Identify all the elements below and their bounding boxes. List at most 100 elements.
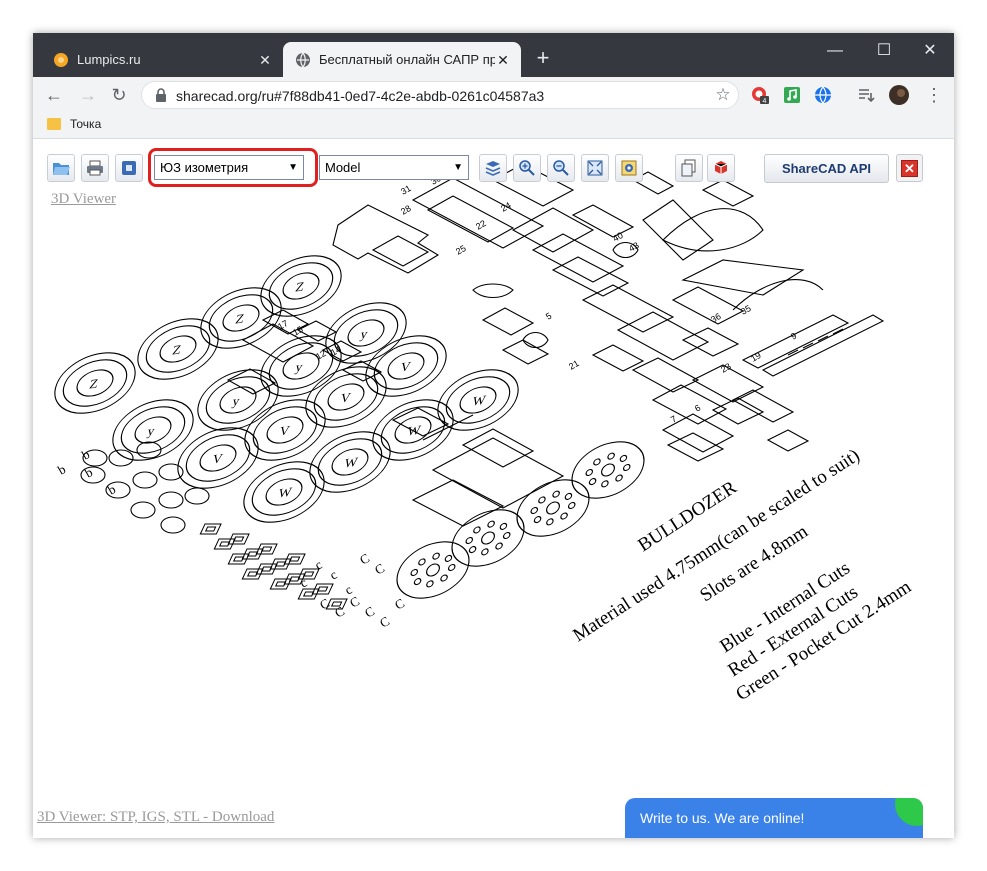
- sharecad-api-button[interactable]: ShareCAD API: [764, 154, 889, 183]
- part-letter: b: [55, 461, 68, 477]
- wheel-part: y: [260, 335, 342, 397]
- wheel-letter: W: [471, 392, 487, 408]
- part-letter: C: [332, 603, 347, 620]
- layers-icon: [485, 161, 501, 176]
- view-select-highlight: [148, 148, 318, 187]
- wheel-part: y: [112, 399, 194, 461]
- close-viewer-button[interactable]: ✕: [896, 154, 923, 182]
- ring-part: [158, 491, 184, 509]
- part-number: 35: [739, 303, 753, 317]
- sprocket-part: [571, 441, 645, 499]
- wheel-letter: W: [343, 454, 359, 470]
- new-tab-button[interactable]: +: [532, 47, 554, 69]
- wheel-letter: V: [211, 451, 224, 467]
- ring-part: [160, 516, 186, 534]
- gear-icon: [621, 160, 637, 176]
- ring-part: [132, 471, 158, 489]
- avatar[interactable]: [889, 85, 909, 105]
- part-number: 24: [499, 200, 513, 214]
- globe-icon: [296, 52, 310, 67]
- tab-title: Lumpics.ru: [77, 52, 141, 67]
- zoom-out-button[interactable]: [547, 154, 575, 182]
- cad-drawing-canvas[interactable]: ZZZZyyyyVVVVWWWW bbbbccc cCCC CCCCC 3128…: [33, 140, 954, 838]
- layers-button[interactable]: [479, 154, 507, 182]
- music-extension-icon[interactable]: [782, 85, 802, 105]
- ring-part: [158, 463, 184, 481]
- wheel-part: V: [177, 427, 259, 489]
- copy-icon: [681, 159, 696, 177]
- wheel-letter: Z: [88, 376, 99, 391]
- fit-to-screen-button[interactable]: [581, 154, 609, 182]
- maximize-button[interactable]: ☐: [861, 37, 907, 65]
- close-tab-icon[interactable]: ✕: [257, 52, 273, 68]
- wheel-letter: Z: [234, 311, 245, 326]
- part-number: 9: [789, 331, 798, 342]
- part-letter: C: [317, 595, 332, 612]
- layout-select[interactable]: Model ▼: [319, 155, 469, 180]
- part-letter: C: [377, 613, 392, 630]
- close-tab-icon[interactable]: ✕: [495, 52, 511, 68]
- wheel-part: Z: [54, 352, 136, 414]
- printer-icon: [87, 160, 103, 176]
- ring-part: [136, 441, 162, 459]
- tab-lumpics[interactable]: Lumpics.ru ✕: [41, 42, 283, 77]
- 3d-viewer-download-link[interactable]: 3D Viewer: STP, IGS, STL - Download: [37, 809, 274, 826]
- wheel-part: Z: [137, 318, 219, 380]
- part-number: 31: [399, 183, 413, 197]
- forward-button[interactable]: →: [76, 83, 100, 107]
- part-letter: C: [362, 603, 377, 620]
- chat-widget[interactable]: Write to us. We are online!: [625, 798, 923, 838]
- ring-part: [130, 501, 156, 519]
- part-letter: C: [372, 560, 387, 577]
- fullscreen-icon: [587, 160, 603, 176]
- minimize-button[interactable]: —: [812, 37, 858, 65]
- part-number: 43: [627, 240, 641, 254]
- bookmark-star-icon[interactable]: ☆: [712, 84, 734, 106]
- vpn-extension-icon[interactable]: [813, 85, 833, 105]
- zoom-in-button[interactable]: [513, 154, 541, 182]
- wheel-letter: y: [359, 326, 369, 341]
- layout-select-value: Model: [325, 160, 361, 175]
- reading-list-icon[interactable]: [856, 85, 876, 105]
- reload-button[interactable]: ↻: [107, 83, 131, 107]
- close-window-button[interactable]: ✕: [907, 37, 953, 65]
- wheel-letter: V: [339, 390, 352, 406]
- sprocket-part: [396, 541, 470, 599]
- part-letter: b: [105, 481, 118, 497]
- part-letter: C: [357, 550, 372, 567]
- wheel-letter: W: [406, 422, 422, 438]
- sharecad-viewer[interactable]: ZZZZyyyyVVVVWWWW bbbbccccCCCCCCCC 31 28 …: [33, 140, 954, 838]
- address-bar[interactable]: sharecad.org/ru#7f88db41-0ed7-4c2e-abdb-…: [141, 81, 739, 109]
- wheel-letter: V: [399, 359, 412, 375]
- open-file-button[interactable]: [47, 154, 75, 182]
- wheel-letter: y: [231, 393, 241, 408]
- opera-extension-icon[interactable]: 4: [750, 85, 770, 105]
- wheel-letter: Z: [294, 279, 305, 294]
- square-icon: [122, 161, 136, 175]
- copy-button[interactable]: [675, 154, 703, 182]
- part-letter: b: [79, 446, 92, 462]
- 3d-viewer-link[interactable]: 3D Viewer: [51, 191, 116, 208]
- part-number: 21: [567, 358, 581, 372]
- bookmark-tochka[interactable]: Точка: [47, 117, 101, 131]
- print-button[interactable]: [81, 154, 109, 182]
- lock-icon: [156, 88, 166, 102]
- menu-kebab-icon[interactable]: ⋮: [922, 83, 946, 107]
- extension-badge: 4: [763, 98, 767, 105]
- 3d-mode-button[interactable]: [707, 154, 735, 182]
- back-button[interactable]: ←: [42, 83, 66, 107]
- tab-sharecad[interactable]: Бесплатный онлайн САПР прос ✕: [283, 42, 521, 77]
- layers-toggle-button[interactable]: [115, 154, 143, 182]
- part-letter: c: [312, 557, 325, 573]
- wheel-part: Z: [260, 255, 342, 317]
- wheel-part: V: [305, 366, 387, 428]
- drawing-notes: BULLDOZER Material used 4.75mm(can be sc…: [569, 445, 915, 705]
- wheel-letter: V: [278, 423, 291, 439]
- part-number: 6: [693, 403, 702, 414]
- settings-button[interactable]: [615, 154, 643, 182]
- small-parts: bbbbccc cCCC CCCCC: [55, 441, 407, 631]
- zoom-in-icon: [519, 160, 535, 176]
- browser-window: Lumpics.ru ✕ Бесплатный онлайн САПР прос…: [33, 33, 954, 838]
- zoom-out-icon: [553, 160, 569, 176]
- part-number: 22: [474, 218, 488, 232]
